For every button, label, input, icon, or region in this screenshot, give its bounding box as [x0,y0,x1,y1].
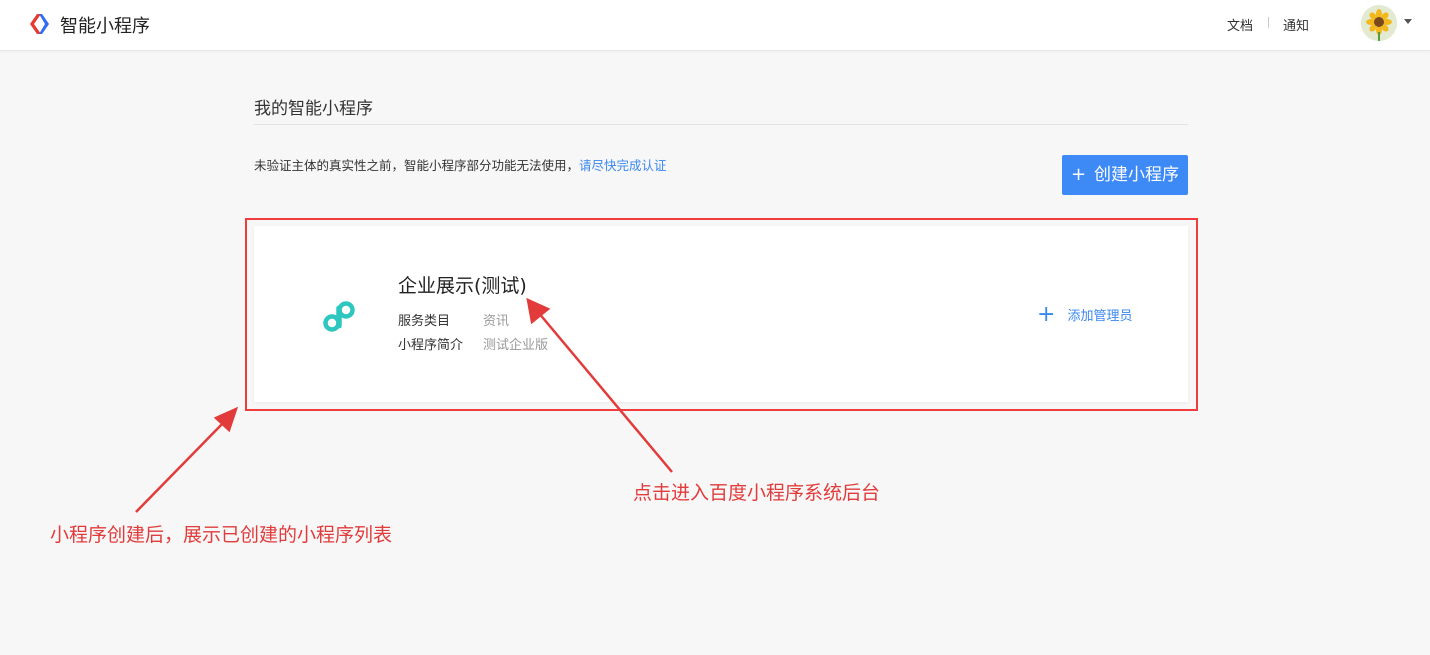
page-title: 我的智能小程序 [254,99,373,119]
create-program-label: 创建小程序 [1094,165,1180,185]
title-divider [254,124,1188,125]
plus-icon: + [1070,164,1087,185]
arrow-to-card-list [135,419,227,513]
smart-program-logo-icon[interactable] [28,12,54,36]
top-header: 智能小程序 文档 通知 [0,0,1430,51]
brand-title[interactable]: 智能小程序 [60,12,150,38]
highlight-frame [245,218,1198,411]
notice-text: 未验证主体的真实性之前，智能小程序部分功能无法使用， [254,158,580,173]
user-avatar[interactable] [1361,5,1397,41]
sunflower-avatar-icon [1361,5,1397,41]
nav-divider [1268,17,1269,28]
verify-now-link[interactable]: 请尽快完成认证 [579,158,667,173]
nav-notifications-link[interactable]: 通知 [1283,15,1309,34]
annotation-list-note: 小程序创建后，展示已创建的小程序列表 [50,524,393,546]
verification-notice: 未验证主体的真实性之前，智能小程序部分功能无法使用，请尽快完成认证 [254,155,667,174]
annotation-enter-backend: 点击进入百度小程序系统后台 [633,482,881,504]
arrow-head-card-list [213,406,239,433]
create-program-button[interactable]: + 创建小程序 [1062,155,1188,195]
nav-docs-link[interactable]: 文档 [1227,15,1253,34]
account-dropdown-caret-icon[interactable] [1404,19,1412,24]
